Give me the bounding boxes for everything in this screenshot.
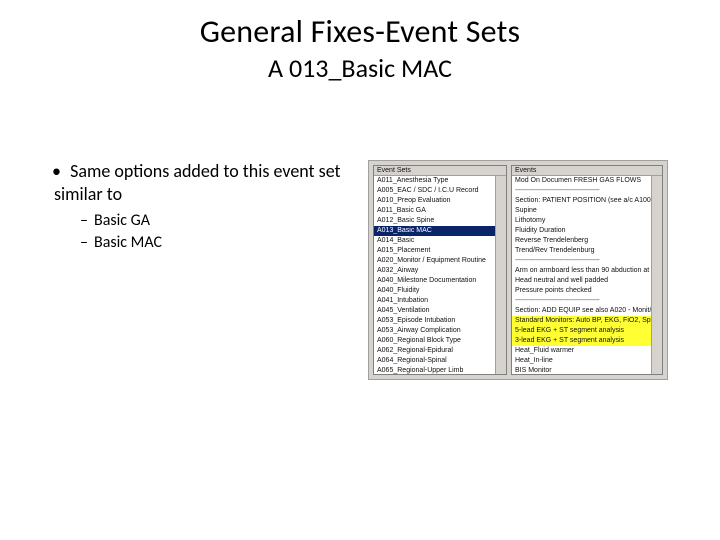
event-row[interactable]: Arm on armboard less than 90 abduction a… [512,266,651,276]
event-set-row[interactable]: A040_Milestone Documentation [374,276,495,286]
event-row[interactable]: Mod On Documen FRESH GAS FLOWS [512,176,651,186]
event-row[interactable]: Heat_In-line [512,356,651,366]
event-set-row[interactable]: A065_Regional-Upper Limb [374,366,495,374]
event-set-row[interactable]: A011_Basic GA [374,206,495,216]
event-set-row[interactable]: A032_Airway [374,266,495,276]
event-row[interactable]: Head neutral and well padded [512,276,651,286]
event-row[interactable]: Supine [512,206,651,216]
event-row[interactable]: Heat_Fluid warmer [512,346,651,356]
event-sets-list[interactable]: A011_Anesthesia TypeA005_EAC / SDC / I.C… [374,176,495,374]
event-sets-header: Event Sets [374,166,506,176]
event-set-row[interactable]: A040_Fluidity [374,286,495,296]
bullet-level1: Same options added to this event set sim… [54,160,341,205]
divider-row: ----------------------------------------… [512,296,651,306]
event-set-row[interactable]: A064_Regional-Spinal [374,356,495,366]
bullet-level2: Basic MAC [82,233,354,253]
events-list[interactable]: Mod On Documen FRESH GAS FLOWS----------… [512,176,651,374]
event-row[interactable]: Reverse Trendelenberg [512,236,651,246]
event-row[interactable]: Fluidity Duration [512,226,651,236]
event-set-row[interactable]: A045_Ventilation [374,306,495,316]
event-row[interactable]: BIS Monitor [512,366,651,374]
event-set-row[interactable]: A062_Regional-Epidural [374,346,495,356]
bullet-level2: Basic GA [82,211,354,231]
event-set-row[interactable]: A005_EAC / SDC / I.C.U Record [374,186,495,196]
event-row[interactable]: Standard Monitors: Auto BP, EKG, FiO2, S… [512,316,651,326]
slide-subtitle: A 013_Basic MAC [0,52,720,84]
divider-row: ----------------------------------------… [512,256,651,266]
event-row[interactable]: Trend/Rev Trendelenburg [512,246,651,256]
events-panel: Events Mod On Documen FRESH GAS FLOWS---… [511,165,663,375]
divider-row: ----------------------------------------… [512,186,651,196]
event-set-row[interactable]: A053_Airway Complication [374,326,495,336]
event-sets-panel: Event Sets A011_Anesthesia TypeA005_EAC … [373,165,507,375]
app-screenshot: Event Sets A011_Anesthesia TypeA005_EAC … [368,160,668,380]
event-set-row[interactable]: A010_Preop Evaluation [374,196,495,206]
event-row[interactable]: 3-lead EKG + ST segment analysis [512,336,651,346]
event-set-row[interactable]: A020_Monitor / Equipment Routine [374,256,495,266]
event-row[interactable]: Section: ADD EQUIP see also A020 - Monit… [512,306,651,316]
scrollbar[interactable] [495,176,506,374]
slide-title: General Fixes-Event Sets [0,12,720,51]
events-header: Events [512,166,662,176]
event-row[interactable]: Pressure points checked [512,286,651,296]
scrollbar[interactable] [651,176,662,374]
event-set-row[interactable]: A015_Placement [374,246,495,256]
event-set-row[interactable]: A060_Regional Block Type [374,336,495,346]
event-set-row[interactable]: A053_Episode Intubation [374,316,495,326]
event-row[interactable]: Lithotomy [512,216,651,226]
event-set-row[interactable]: A041_Intubation [374,296,495,306]
event-set-row[interactable]: A011_Anesthesia Type [374,176,495,186]
event-row[interactable]: Section: PATIENT POSITION (see a/c A100,… [512,196,651,206]
event-set-row[interactable]: A012_Basic Spine [374,216,495,226]
event-set-row[interactable]: A013_Basic MAC [374,226,495,236]
event-row[interactable]: 5-lead EKG + ST segment analysis [512,326,651,336]
event-set-row[interactable]: A014_Basic [374,236,495,246]
body-text: Same options added to this event set sim… [54,160,354,255]
